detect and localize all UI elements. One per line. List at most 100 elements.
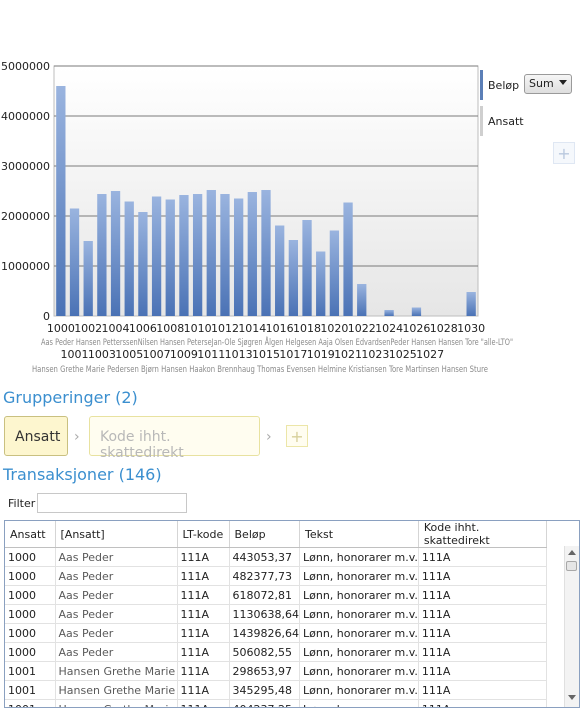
bar-1015[interactable] [261, 190, 271, 316]
cell-tekst: Lønn, honorarer m.v. [299, 642, 419, 662]
cell-belop: 618072,81 [229, 585, 300, 605]
x-tick-label: 1004 [102, 322, 130, 335]
table-row[interactable]: 1000 Aas Peder 111A 443053,37 Lønn, honorare… [5, 547, 547, 567]
table-row[interactable]: 1000 Aas Peder 111A 482377,73 Lønn, honorare… [5, 566, 547, 586]
bar-1020[interactable] [329, 230, 340, 317]
x-tick-label: 1030 [457, 322, 485, 335]
cell-tekst: Lønn, honorarer m.v. [299, 680, 419, 700]
bar-1009[interactable] [179, 195, 189, 316]
column-header-lt-kode[interactable]: LT-kode [177, 521, 230, 548]
legend-label-count: Ansatt [488, 115, 524, 128]
add-series-button[interactable]: + [553, 142, 575, 164]
cell-kode: 111A [418, 566, 547, 586]
bar-1014[interactable] [247, 192, 257, 316]
transactions-title[interactable]: Transaksjoner (146) [3, 465, 162, 484]
column-header-belop[interactable]: Beløp [229, 521, 300, 548]
table-row[interactable]: 1000 Aas Peder 111A 618072,81 Lønn, honorare… [5, 585, 547, 605]
bar-1003[interactable] [97, 194, 107, 316]
x-tick-label: 1026 [402, 322, 430, 335]
add-grouping-button[interactable]: + [286, 425, 308, 447]
cell-lt-kode: 111A [177, 547, 230, 567]
bar-1002[interactable] [83, 241, 93, 316]
bar-1001[interactable] [69, 208, 80, 317]
bar-1010[interactable] [192, 194, 203, 316]
cell-ansatt: 1000 [5, 547, 56, 567]
bar-1018[interactable] [302, 220, 312, 316]
grouping-chip-label: Ansatt [15, 429, 61, 445]
cell-belop: 482377,73 [229, 566, 300, 586]
scroll-thumb[interactable] [566, 561, 577, 571]
cell-tekst: Lønn, honorarer m.v. [299, 623, 419, 643]
grouping-chip-ansatt[interactable]: Ansatt [4, 416, 68, 456]
cell-kode: 111A [418, 699, 547, 707]
chevron-right-icon: › [266, 429, 272, 445]
scroll-up-icon[interactable] [568, 550, 576, 555]
cell-belop: 506082,55 [229, 642, 300, 662]
aggregate-select[interactable]: Sum [524, 74, 572, 94]
chevron-right-icon: › [74, 429, 80, 445]
filter-input[interactable] [37, 493, 187, 513]
cell-kode: 111A [418, 642, 547, 662]
column-header-kode[interactable]: Kode ihht. skattedirekt [418, 521, 547, 548]
cell-tekst: Lønn, honorarer m.v. [299, 699, 419, 707]
bar-1011[interactable] [206, 190, 216, 316]
bar-1021[interactable] [343, 202, 353, 317]
bar-1030[interactable] [466, 292, 476, 316]
cell-lt-kode: 111A [177, 699, 230, 707]
cell-belop: 345295,48 [229, 680, 300, 700]
grouping-chip-kode[interactable]: Kode ihht. skattedirekt [89, 416, 260, 461]
vertical-scrollbar[interactable] [564, 546, 579, 707]
bar-1019[interactable] [316, 251, 326, 317]
bar-1017[interactable] [288, 240, 299, 316]
filter-label: Filter [8, 497, 36, 510]
table-row[interactable]: 1001Hansen Grethe Marie111A404237,25Lønn… [5, 699, 547, 707]
x-tick-label: 1025 [389, 348, 417, 361]
cell-belop: 404237,25 [229, 699, 300, 707]
bar-1012[interactable] [220, 194, 230, 316]
cell-ansatt-name: Aas Peder [55, 623, 178, 643]
bar-1026[interactable] [411, 307, 422, 317]
cell-tekst: Lønn, honorarer m.v. [299, 585, 419, 605]
scroll-down-icon[interactable] [568, 695, 576, 700]
cell-kode: 111A [418, 547, 547, 567]
cell-lt-kode: 111A [177, 566, 230, 586]
bar-1013[interactable] [233, 198, 244, 317]
table-row[interactable]: 1000 Aas Peder 111A 1439826,64 Lønn, honorar… [5, 623, 547, 643]
bar-1006[interactable] [138, 212, 148, 316]
x-tick-label: 1018 [293, 322, 321, 335]
cell-lt-kode: 111A [177, 661, 230, 681]
cell-belop: 298653,97 [229, 661, 300, 681]
x-tick-label: 1008 [156, 322, 184, 335]
cell-ansatt: 1000 [5, 642, 56, 662]
table-row[interactable]: 1001 Hansen Grethe Marie 111A 298653,97 Lønn… [5, 661, 547, 681]
column-header-tekst[interactable]: Tekst [299, 521, 419, 548]
x-tick-label: 1023 [361, 348, 389, 361]
legend-swatch-count [480, 106, 483, 136]
cell-ansatt: 1000 [5, 585, 56, 605]
x-tick-label: 1024 [375, 322, 403, 335]
bar-1022[interactable] [357, 284, 367, 316]
groupings-title[interactable]: Grupperinger (2) [3, 388, 138, 407]
cell-lt-kode: 111A [177, 585, 230, 605]
cell-lt-kode: 111A [177, 642, 230, 662]
bar-1005[interactable] [124, 201, 134, 317]
bar-1024[interactable] [384, 310, 394, 316]
cell-lt-kode: 111A [177, 623, 230, 643]
table-row[interactable]: 1001 Hansen Grethe Marie 111A 345295,48 Lønn… [5, 680, 547, 700]
x-tick-label: 1016 [266, 322, 294, 335]
cell-lt-kode: 111A [177, 604, 230, 624]
bar-1008[interactable] [165, 199, 175, 317]
column-header-ansatt-name[interactable]: [Ansatt] [55, 521, 178, 548]
column-header-ansatt[interactable]: Ansatt [5, 521, 56, 548]
bar-1004[interactable] [110, 191, 121, 316]
x-tick-label: 1021 [334, 348, 362, 361]
bar-1000[interactable] [56, 86, 66, 316]
cell-ansatt-name: Hansen Grethe Marie [55, 680, 178, 700]
bar-1007[interactable] [151, 196, 162, 317]
x-tick-label: 1027 [416, 348, 444, 361]
bar-1016[interactable] [275, 225, 285, 317]
table-row[interactable]: 1000 Aas Peder 111A 1130638,64 Lønn, honorar… [5, 604, 547, 624]
table-row[interactable]: 1000 Aas Peder 111A 506082,55 Lønn, honorare… [5, 642, 547, 662]
cell-ansatt-name: Hansen Grethe Marie [55, 699, 178, 707]
x-tick-label: 1010 [184, 322, 212, 335]
